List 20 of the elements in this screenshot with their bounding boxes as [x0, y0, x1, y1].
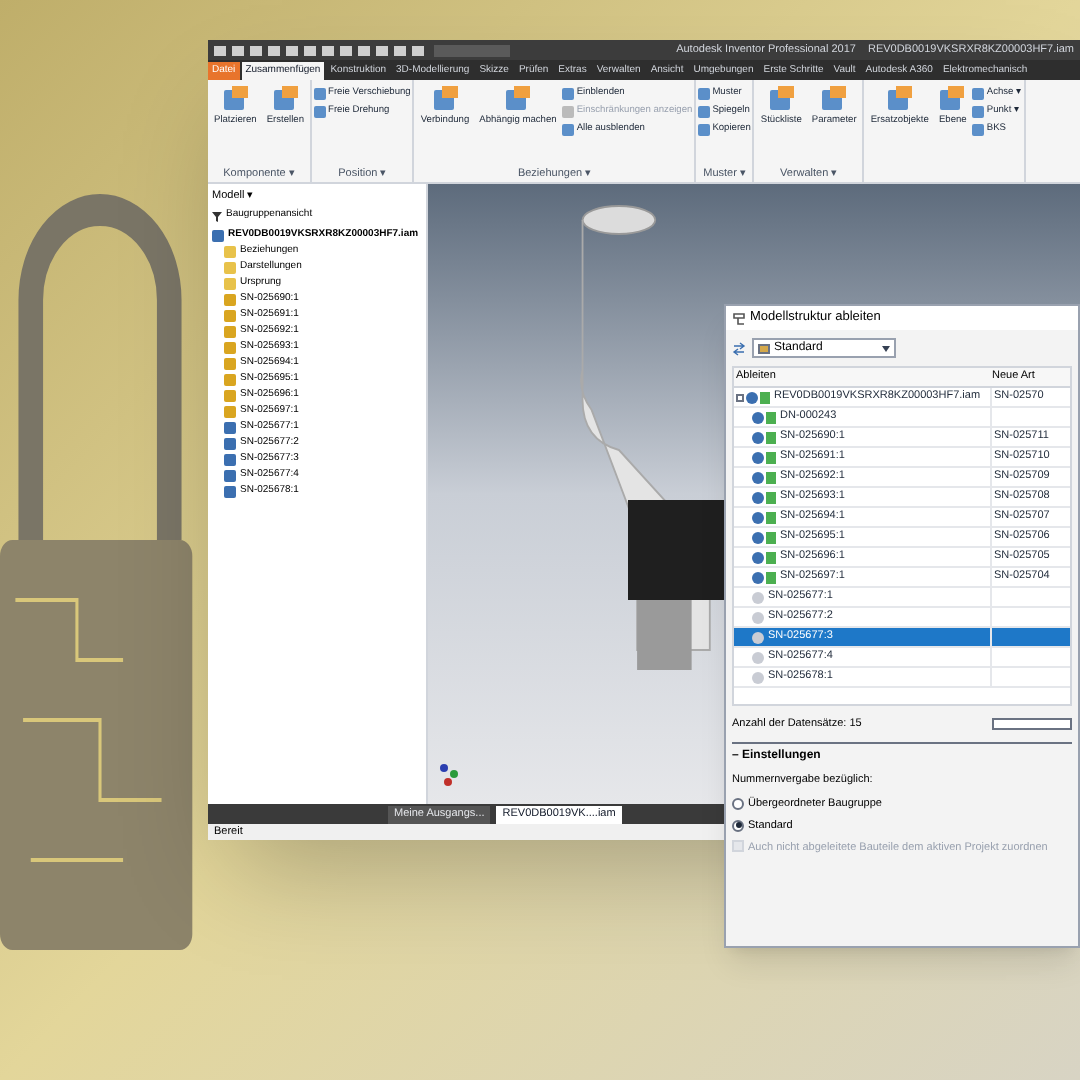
scrollbar[interactable]	[992, 718, 1072, 731]
radio-button[interactable]	[732, 819, 744, 832]
tool-icon	[767, 84, 796, 112]
assembly-icon	[212, 229, 224, 242]
caret-icon	[882, 345, 890, 351]
filter-icon[interactable]	[212, 211, 222, 221]
expand-icon[interactable]	[736, 393, 744, 401]
table-icon	[758, 343, 770, 353]
structure-icon	[732, 311, 746, 325]
tool-icon	[885, 84, 914, 112]
tool-icon	[938, 84, 967, 112]
tool-icon	[271, 84, 300, 112]
tool-icon	[431, 84, 459, 112]
axis-triad-icon	[436, 760, 464, 788]
tool-icon	[221, 84, 250, 112]
tool-icon	[820, 84, 849, 112]
quick-access-toolbar[interactable]	[214, 43, 514, 57]
radio-button[interactable]	[732, 797, 744, 810]
tool-icon	[503, 84, 532, 112]
arrows-icon[interactable]	[732, 341, 746, 355]
